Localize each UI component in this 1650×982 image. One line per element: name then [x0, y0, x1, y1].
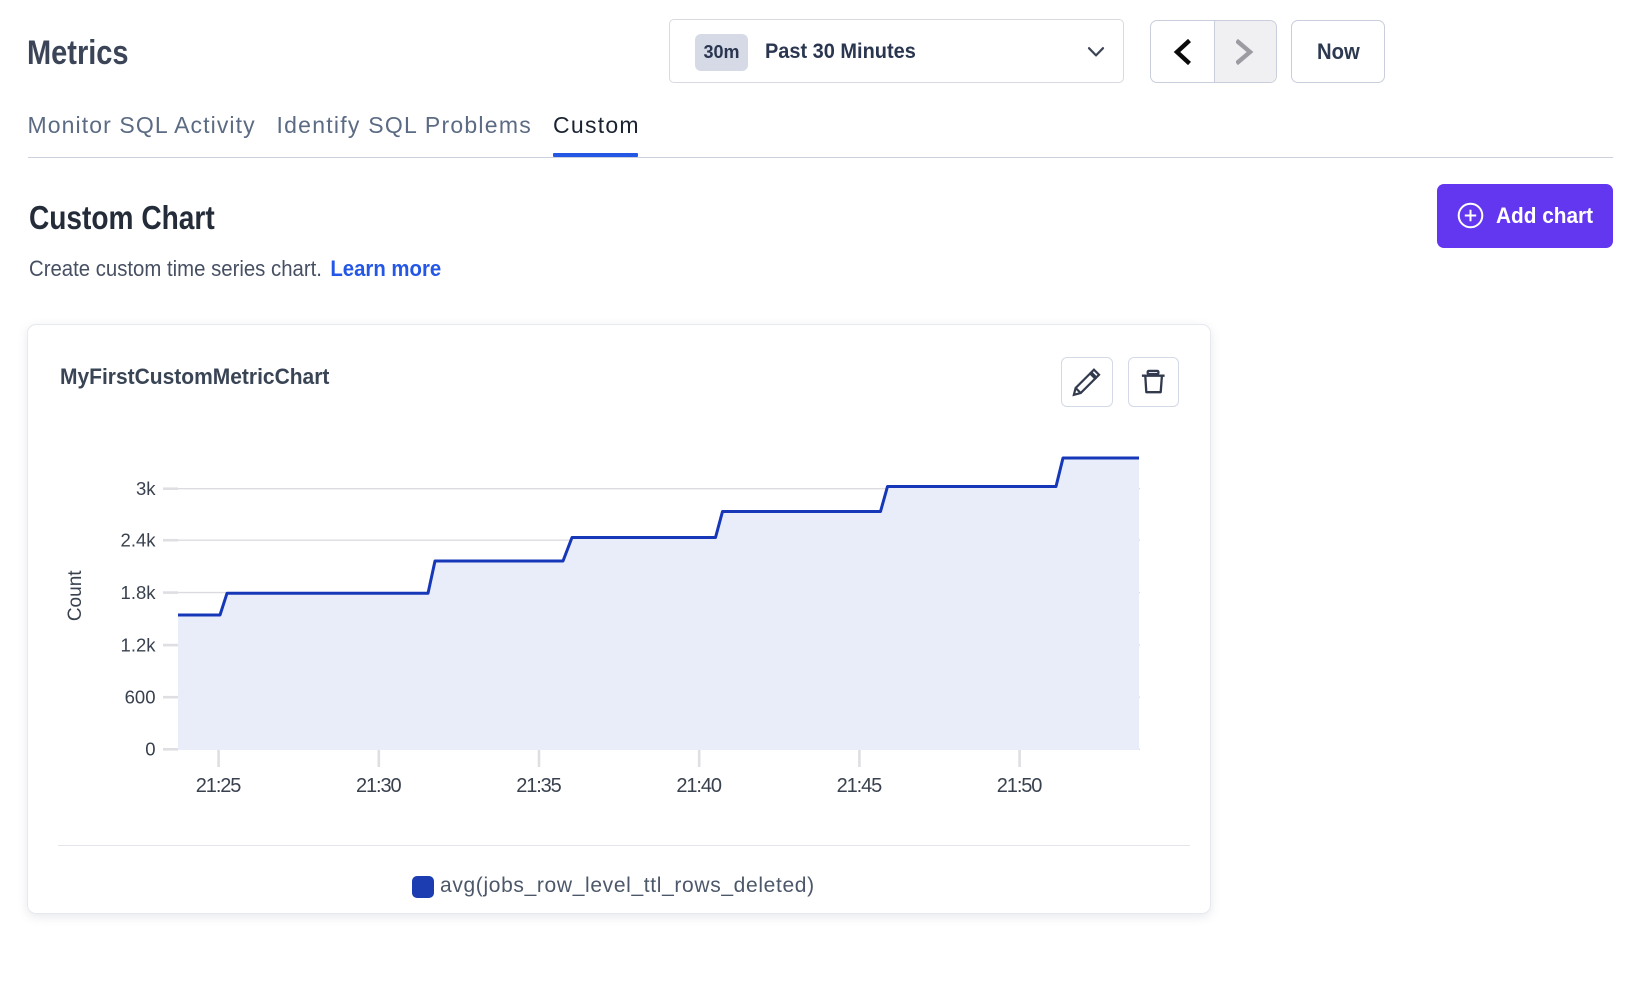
svg-text:1.8k: 1.8k	[121, 582, 157, 603]
svg-text:Count: Count	[65, 570, 86, 621]
svg-text:1.2k: 1.2k	[121, 634, 157, 655]
svg-text:21:30: 21:30	[356, 775, 402, 797]
svg-text:3k: 3k	[136, 478, 156, 499]
svg-text:0: 0	[145, 739, 155, 760]
svg-text:21:25: 21:25	[196, 775, 242, 797]
svg-text:21:35: 21:35	[516, 775, 562, 797]
svg-text:2.4k: 2.4k	[121, 530, 157, 551]
svg-text:600: 600	[125, 687, 156, 708]
svg-text:21:50: 21:50	[997, 775, 1043, 797]
svg-text:21:45: 21:45	[837, 775, 883, 797]
svg-text:21:40: 21:40	[676, 775, 722, 797]
